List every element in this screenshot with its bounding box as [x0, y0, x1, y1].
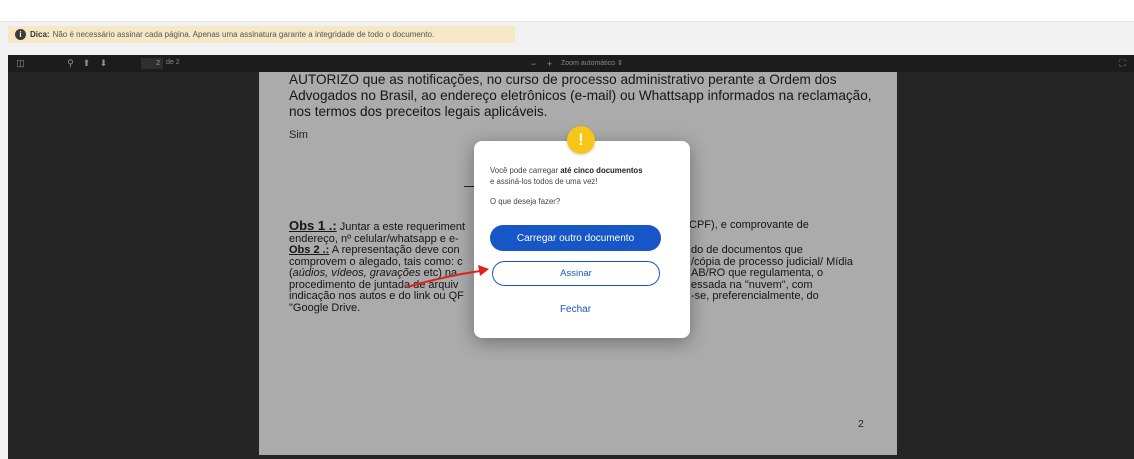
warning-icon: ! [567, 126, 595, 154]
upload-another-document-button[interactable]: Carregar outro documento [490, 225, 661, 251]
upload-or-sign-dialog: Você pode carregar até cinco documentos … [474, 141, 690, 338]
tip-label: Dica: [30, 30, 50, 39]
tip-banner: i Dica: Não é necessário assinar cada pá… [8, 26, 515, 43]
dialog-question: O que deseja fazer? [490, 197, 561, 206]
sign-button[interactable]: Assinar [492, 261, 660, 286]
dialog-message-post: e assiná-los todos de uma vez! [490, 177, 598, 186]
dialog-message-pre: Você pode carregar [490, 166, 561, 175]
dialog-message: Você pode carregar até cinco documentos … [490, 165, 685, 187]
screen-root: i Dica: Não é necessário assinar cada pá… [0, 0, 1134, 459]
close-button[interactable]: Fechar [490, 298, 661, 320]
tip-text: Não é necessário assinar cada página. Ap… [52, 30, 435, 39]
dialog-message-bold: até cinco documentos [560, 166, 643, 175]
info-icon: i [15, 29, 26, 40]
page-header-strip [0, 0, 1134, 22]
